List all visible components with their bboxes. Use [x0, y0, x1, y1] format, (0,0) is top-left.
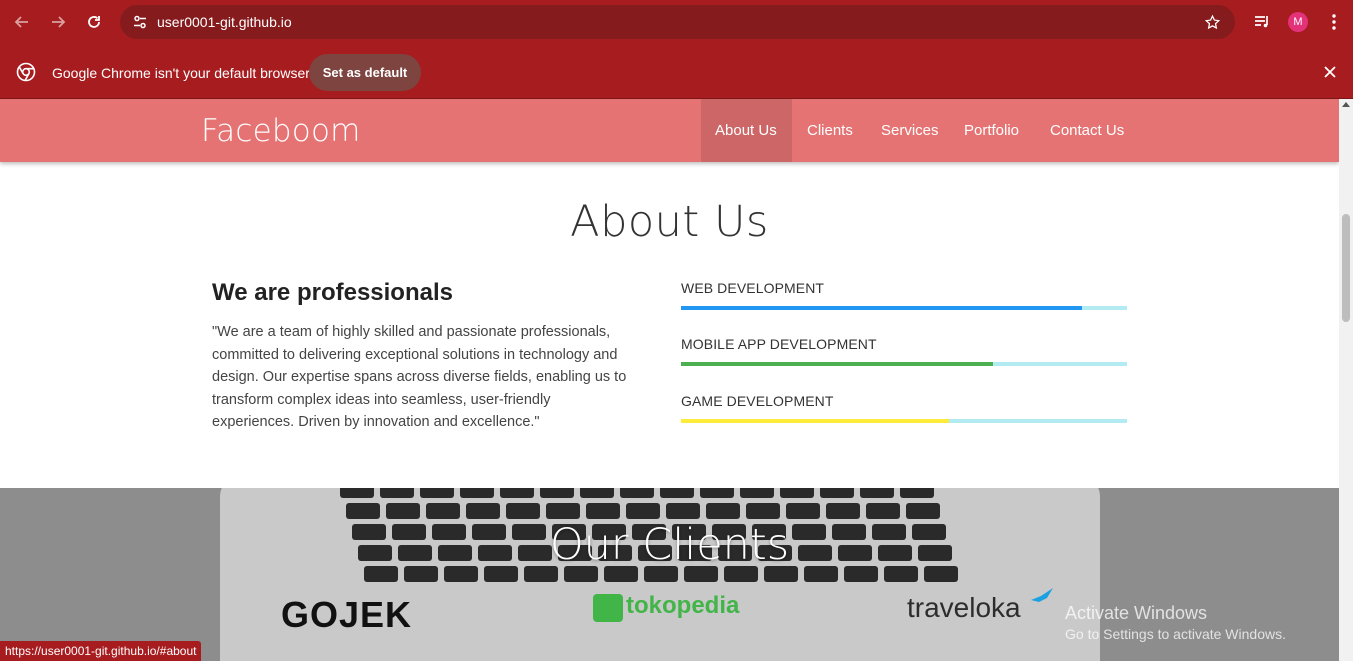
reload-button[interactable] — [81, 9, 107, 35]
keyboard-key — [666, 503, 700, 519]
tune-icon — [134, 15, 146, 29]
keyboard-key — [420, 488, 454, 498]
keyboard-key — [906, 503, 940, 519]
client-logo-tokopedia: tokopedia — [593, 592, 740, 622]
scroll-up-arrow-icon[interactable] — [1342, 102, 1350, 107]
skill-progress-track — [681, 306, 1127, 310]
chrome-icon — [16, 62, 36, 82]
watermark-title: Activate Windows — [1065, 603, 1208, 623]
keyboard-key — [346, 503, 380, 519]
keyboard-key — [340, 488, 374, 498]
skill-progress-fill — [681, 419, 949, 423]
keyboard-key — [380, 488, 414, 498]
client-logo-traveloka: traveloka — [907, 588, 1053, 624]
keyboard-key — [546, 503, 580, 519]
client-logo-gojek: GOJEK — [281, 594, 413, 635]
back-button[interactable] — [9, 9, 35, 35]
playlist-icon — [1255, 16, 1268, 28]
keyboard-key — [740, 488, 774, 498]
keyboard-key — [786, 503, 820, 519]
nav-clients[interactable]: Clients — [793, 99, 867, 162]
keyboard-key — [626, 503, 660, 519]
browser-menu-button[interactable] — [1322, 10, 1346, 34]
watermark-subtitle: Go to Settings to activate Windows. — [1065, 626, 1286, 642]
nav-portfolio[interactable]: Portfolio — [950, 99, 1033, 162]
status-bar-link: https://user0001-git.github.io/#about — [0, 641, 202, 661]
bookmark-button[interactable] — [1201, 11, 1223, 33]
keyboard-key — [460, 488, 494, 498]
address-bar[interactable]: user0001-git.github.io — [120, 5, 1235, 39]
page-viewport: Faceboom About Us Clients Services Portf… — [0, 99, 1339, 661]
close-icon — [1324, 66, 1336, 78]
skill-label: GAME DEVELOPMENT — [681, 393, 834, 409]
keyboard-key — [746, 503, 780, 519]
keyboard-key — [860, 488, 894, 498]
keyboard-key — [820, 488, 854, 498]
site-navbar: Faceboom About Us Clients Services Portf… — [0, 99, 1339, 162]
keyboard-key — [580, 488, 614, 498]
keyboard-key — [900, 488, 934, 498]
scrollbar-thumb[interactable] — [1342, 214, 1350, 322]
arrow-left-icon — [14, 16, 28, 28]
more-vert-icon — [1332, 14, 1336, 30]
keyboard-key — [660, 488, 694, 498]
keyboard-key — [866, 503, 900, 519]
keyboard-key — [620, 488, 654, 498]
site-brand[interactable]: Faceboom — [201, 113, 361, 149]
reading-list-button[interactable] — [1250, 10, 1274, 34]
arrow-right-icon — [52, 16, 66, 28]
skill-progress-track — [681, 419, 1127, 423]
set-as-default-button[interactable]: Set as default — [309, 54, 421, 91]
reload-icon — [88, 16, 100, 28]
keyboard-key — [826, 503, 860, 519]
url-text[interactable]: user0001-git.github.io — [157, 14, 292, 30]
keyboard-key — [780, 488, 814, 498]
page-scrollbar[interactable] — [1339, 99, 1353, 661]
about-section-title: About Us — [570, 197, 769, 247]
nav-services[interactable]: Services — [867, 99, 953, 162]
keyboard-key — [386, 503, 420, 519]
bird-icon — [1031, 588, 1053, 602]
keyboard-key — [506, 503, 540, 519]
clients-section-title: Our Clients — [549, 520, 790, 570]
keyboard-key — [700, 488, 734, 498]
star-icon — [1204, 14, 1220, 29]
client-logo-text: traveloka — [907, 592, 1021, 623]
keyboard-key — [540, 488, 574, 498]
keyboard-key — [466, 503, 500, 519]
tokopedia-bag-icon — [593, 594, 623, 622]
skill-label: WEB DEVELOPMENT — [681, 280, 825, 296]
nav-contact-us[interactable]: Contact Us — [1036, 99, 1138, 162]
skill-progress-fill — [681, 362, 994, 366]
keyboard-key — [706, 503, 740, 519]
nav-about-us[interactable]: About Us — [701, 99, 792, 162]
windows-activation-watermark: Activate Windows Go to Settings to activ… — [1065, 603, 1286, 642]
skill-label: MOBILE APP DEVELOPMENT — [681, 336, 877, 352]
client-logo-text: tokopedia — [626, 592, 740, 619]
browser-toolbar: user0001-git.github.io M — [0, 0, 1353, 44]
about-description: "We are a team of highly skilled and pas… — [212, 324, 627, 430]
site-info-button[interactable] — [128, 10, 152, 34]
skill-web-development: WEB DEVELOPMENT — [681, 280, 1127, 310]
skill-mobile-app-development: MOBILE APP DEVELOPMENT — [681, 336, 1127, 366]
keyboard-key — [426, 503, 460, 519]
skill-progress-track — [681, 362, 1127, 366]
keyboard-key — [586, 503, 620, 519]
forward-button[interactable] — [45, 9, 71, 35]
profile-avatar[interactable]: M — [1288, 12, 1308, 32]
infobar-close-button[interactable] — [1320, 62, 1340, 82]
keyboard-key — [500, 488, 534, 498]
infobar-message: Google Chrome isn't your default browser — [52, 65, 310, 81]
skill-progress-fill — [681, 306, 1083, 310]
about-heading: We are professionals — [212, 279, 453, 306]
skill-game-development: GAME DEVELOPMENT — [681, 393, 1127, 423]
